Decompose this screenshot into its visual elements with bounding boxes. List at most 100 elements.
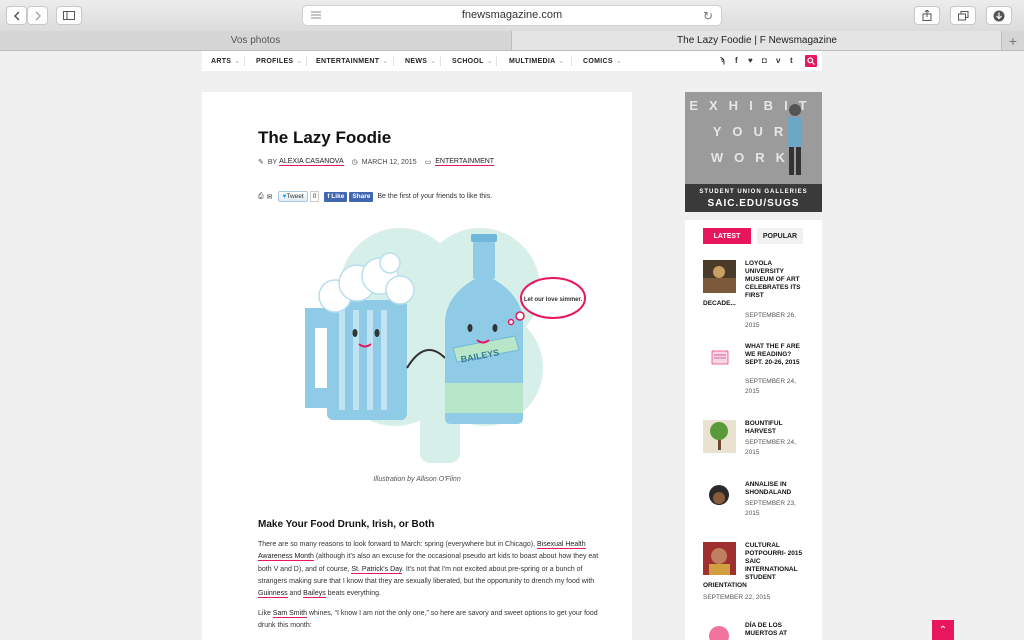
instagram-icon[interactable]: ◘ bbox=[762, 56, 767, 65]
post-thumbnail bbox=[703, 542, 736, 575]
nav-label: SCHOOL bbox=[452, 57, 484, 65]
download-icon bbox=[993, 10, 1005, 21]
tab-latest[interactable]: LATEST bbox=[703, 228, 751, 244]
post-date: SEPTEMBER 24, 2015 bbox=[745, 439, 796, 456]
post-thumbnail bbox=[703, 260, 736, 293]
tabs-icon bbox=[957, 10, 968, 20]
search-button[interactable] bbox=[805, 55, 817, 67]
fb-share-button[interactable]: Share bbox=[349, 191, 374, 202]
tweet-count: 0 bbox=[309, 191, 320, 202]
tab-vos-photos[interactable]: Vos photos bbox=[0, 31, 511, 50]
chevron-down-icon: ⌄ bbox=[558, 58, 565, 65]
nav-item-news[interactable]: NEWS ⌄ bbox=[405, 51, 436, 71]
post-title[interactable]: WHAT THE F ARE WE READING? SEPT. 20-26, … bbox=[745, 343, 807, 367]
sidebar-widget: LATEST POPULAR LOYOLA UNIVERSITY MUSEUM … bbox=[685, 220, 822, 640]
link-baileys[interactable]: Baileys bbox=[303, 590, 326, 599]
list-item[interactable]: BOUNTIFUL HARVEST SEPTEMBER 24, 2015 bbox=[703, 420, 807, 460]
nav-label: ARTS bbox=[211, 57, 232, 65]
post-title[interactable]: CULTURAL POTPOURRI- 2015 SAIC INTERNATIO… bbox=[745, 542, 807, 582]
post-title[interactable]: LOYOLA UNIVERSITY MUSEUM OF ART CELEBRAT… bbox=[745, 260, 807, 300]
text: and bbox=[287, 590, 304, 598]
post-title[interactable]: DÍA DE LOS MUERTOS AT bbox=[745, 622, 807, 638]
nav-item-comics[interactable]: COMICS ⌄ bbox=[583, 51, 622, 71]
clock-icon: ◷ bbox=[351, 159, 358, 166]
post-title[interactable]: BOUNTIFUL HARVEST bbox=[745, 420, 807, 436]
nav-item-school[interactable]: SCHOOL ⌄ bbox=[452, 51, 493, 71]
tabs-overview-button[interactable] bbox=[950, 6, 976, 25]
forward-button[interactable] bbox=[27, 6, 48, 25]
chevron-down-icon: ⌄ bbox=[615, 58, 622, 65]
search-icon bbox=[807, 57, 815, 65]
chevron-left-icon bbox=[13, 10, 20, 21]
nav-label: COMICS bbox=[583, 57, 613, 65]
list-item[interactable]: LOYOLA UNIVERSITY MUSEUM OF ART CELEBRAT… bbox=[703, 260, 807, 329]
tweet-label: Tweet bbox=[286, 193, 304, 200]
url-text: fnewsmagazine.com bbox=[461, 9, 563, 21]
post-thumbnail bbox=[703, 481, 736, 514]
beer-mug bbox=[305, 252, 415, 420]
nav-divider bbox=[393, 56, 394, 66]
tab-lazy-foodie[interactable]: The Lazy Foodie | F Newsmagazine bbox=[511, 31, 1002, 50]
downloads-button[interactable] bbox=[986, 6, 1012, 25]
category-link[interactable]: ENTERTAINMENT bbox=[435, 158, 495, 166]
sidebar-toggle-button[interactable] bbox=[56, 6, 82, 25]
image-caption: Illustration by Allison O'Flinn bbox=[373, 476, 461, 483]
list-item[interactable]: CULTURAL POTPOURRI- 2015 SAIC INTERNATIO… bbox=[703, 542, 807, 602]
link-sam-smith[interactable]: Sam Smith bbox=[272, 610, 308, 618]
nav-divider bbox=[496, 56, 497, 66]
fb-like-button[interactable]: f Like bbox=[324, 191, 348, 202]
exhibit-ad-banner[interactable]: EXHIBIT YOUR WORK STUDENT UNION GALLERIE… bbox=[685, 92, 822, 212]
article-date: MARCH 12, 2015 bbox=[361, 158, 417, 166]
reload-icon[interactable]: ↻ bbox=[703, 9, 713, 23]
tab-popular[interactable]: POPULAR bbox=[757, 228, 803, 244]
tumblr-icon[interactable]: t bbox=[790, 56, 793, 65]
email-icon[interactable]: ✉ bbox=[267, 193, 273, 201]
nav-item-multimedia[interactable]: MULTIMEDIA ⌄ bbox=[509, 51, 565, 71]
facebook-icon[interactable]: f bbox=[735, 56, 738, 65]
folder-icon: ▭ bbox=[424, 159, 432, 166]
nav-label: MULTIMEDIA bbox=[509, 57, 556, 65]
article-meta: ✎ BY ALEXIA CASANOVA ◷ MARCH 12, 2015 ▭ … bbox=[258, 158, 495, 166]
address-bar[interactable]: fnewsmagazine.com ↻ bbox=[302, 5, 722, 26]
post-title-cont[interactable]: ORIENTATION bbox=[703, 582, 747, 589]
post-title-cont[interactable]: DECADE... bbox=[703, 300, 736, 307]
nav-item-arts[interactable]: ARTS ⌄ bbox=[211, 51, 240, 71]
list-item[interactable]: DÍA DE LOS MUERTOS AT bbox=[703, 622, 807, 640]
back-button[interactable] bbox=[6, 6, 27, 25]
text: whines, “I know I am not the only one,” … bbox=[258, 610, 598, 630]
link-guinness[interactable]: Guinness bbox=[258, 590, 288, 599]
tab-bar: Vos photos The Lazy Foodie | F Newsmagaz… bbox=[0, 31, 1024, 51]
chevron-down-icon: ⌄ bbox=[234, 58, 241, 65]
sidebar-icon bbox=[63, 11, 75, 20]
text: There are so many reasons to look forwar… bbox=[258, 541, 537, 548]
byline-prefix: BY bbox=[267, 158, 278, 166]
chevron-down-icon: ⌄ bbox=[486, 58, 493, 65]
text: beats everything. bbox=[325, 590, 381, 598]
twitter-icon[interactable]: ♥ bbox=[748, 56, 753, 65]
post-title[interactable]: ANNALISE IN SHONDALAND bbox=[745, 481, 807, 497]
nav-label: ENTERTAINMENT bbox=[316, 57, 380, 65]
post-date: SEPTEMBER 24, 2015 bbox=[745, 378, 796, 395]
author-link[interactable]: ALEXIA CASANOVA bbox=[279, 158, 344, 166]
scroll-to-top-button[interactable]: ⌃ bbox=[932, 620, 954, 640]
paragraph-2: Like Sam Smith whines, “I know I am not … bbox=[258, 608, 606, 633]
list-item[interactable]: ANNALISE IN SHONDALAND SEPTEMBER 23, 201… bbox=[703, 481, 807, 521]
article-title: The Lazy Foodie bbox=[258, 128, 392, 147]
share-icon bbox=[922, 10, 932, 21]
chevron-down-icon: ⌄ bbox=[296, 58, 303, 65]
new-tab-button[interactable]: + bbox=[1001, 31, 1024, 50]
post-thumbnail bbox=[703, 622, 736, 640]
print-icon[interactable]: ⎙ bbox=[258, 193, 264, 201]
share-button[interactable] bbox=[914, 6, 940, 25]
vimeo-icon[interactable]: v bbox=[776, 56, 780, 65]
section-heading: Make Your Food Drunk, Irish, or Both bbox=[258, 519, 435, 530]
rss-icon[interactable]: ϡ bbox=[720, 56, 725, 65]
chevron-down-icon: ⌄ bbox=[382, 58, 389, 65]
nav-item-profiles[interactable]: PROFILES ⌄ bbox=[256, 51, 303, 71]
link-st-patricks[interactable]: St. Patrick's Day bbox=[351, 565, 402, 574]
list-item[interactable]: WHAT THE F ARE WE READING? SEPT. 20-26, … bbox=[703, 343, 807, 398]
share-row: ⎙ ✉ ♥Tweet 0 f Like Share Be the first o… bbox=[258, 191, 492, 202]
tweet-button[interactable]: ♥Tweet bbox=[278, 191, 308, 202]
tab-label: Vos photos bbox=[230, 35, 281, 46]
nav-item-entertainment[interactable]: ENTERTAINMENT ⌄ bbox=[316, 51, 388, 71]
